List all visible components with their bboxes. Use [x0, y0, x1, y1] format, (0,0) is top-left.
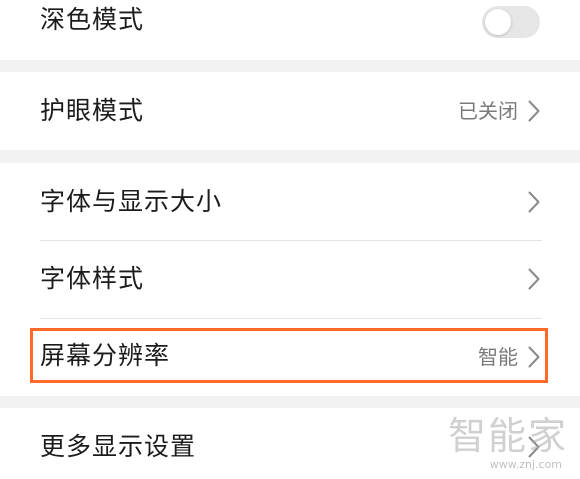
eye-protection-label: 护眼模式 [40, 96, 145, 125]
display-settings-screen: 深色模式 护眼模式 已关闭 字体与显示大小 字体样式 屏幕分辨率 智能 更多显示… [0, 0, 580, 479]
eye-protection-group: 护眼模式 已关闭 [0, 72, 580, 150]
more-display-right [528, 436, 540, 458]
dark-mode-group: 深色模式 [0, 0, 580, 60]
font-display-size-row[interactable]: 字体与显示大小 [0, 163, 580, 240]
dark-mode-label: 深色模式 [40, 5, 145, 34]
font-display-size-label: 字体与显示大小 [40, 187, 223, 216]
toggle-knob [485, 9, 511, 35]
eye-protection-row[interactable]: 护眼模式 已关闭 [0, 72, 580, 150]
dark-mode-toggle[interactable] [482, 6, 540, 38]
highlight-box [30, 328, 548, 383]
font-style-row[interactable]: 字体样式 [0, 241, 580, 318]
font-display-size-right [528, 191, 540, 213]
more-display-row[interactable]: 更多显示设置 [0, 408, 580, 479]
eye-protection-right: 已关闭 [458, 99, 540, 123]
chevron-right-icon [528, 100, 540, 122]
chevron-right-icon [528, 268, 540, 290]
eye-protection-status: 已关闭 [458, 99, 518, 123]
more-display-label: 更多显示设置 [40, 432, 197, 461]
chevron-right-icon [528, 436, 540, 458]
font-style-label: 字体样式 [40, 264, 145, 293]
chevron-right-icon [528, 191, 540, 213]
more-display-group: 更多显示设置 [0, 408, 580, 479]
dark-mode-right [482, 6, 540, 38]
dark-mode-row[interactable]: 深色模式 [0, 0, 580, 60]
font-style-right [528, 268, 540, 290]
